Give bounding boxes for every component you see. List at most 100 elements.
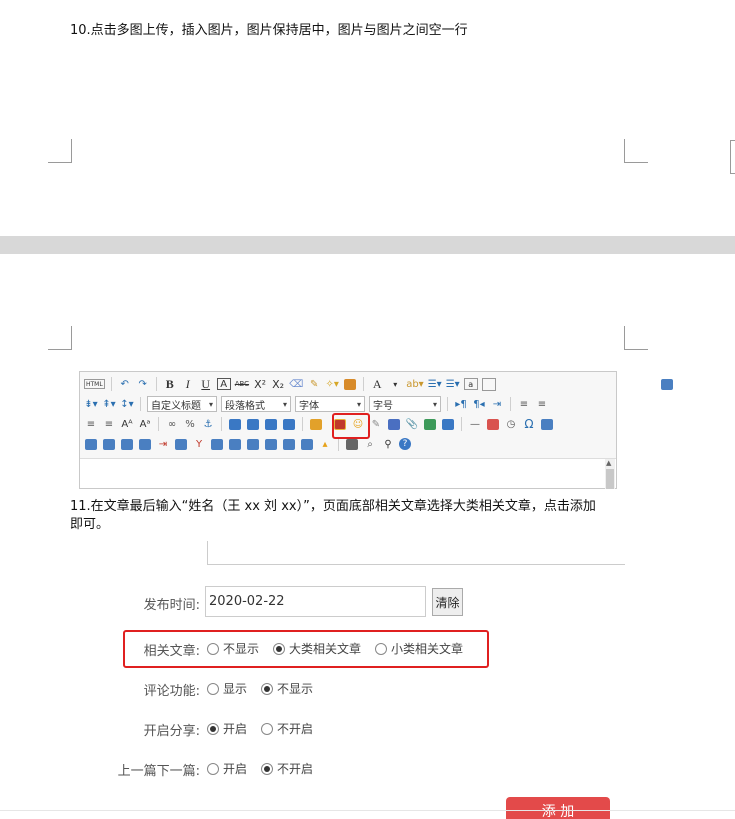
- underline-button[interactable]: U: [199, 376, 213, 392]
- rtl-icon[interactable]: ¶◂: [472, 396, 486, 412]
- page-corner-mark: [48, 139, 72, 163]
- eraser-icon[interactable]: ⌫: [289, 376, 303, 392]
- search-replace-icon[interactable]: ⚲: [381, 436, 395, 452]
- paragraph-format-select[interactable]: 段落格式 ▾: [221, 396, 291, 412]
- unordered-list-icon[interactable]: ☰▾: [446, 376, 460, 392]
- undo-icon[interactable]: ↶: [118, 376, 132, 392]
- italic-button[interactable]: I: [181, 376, 195, 392]
- ltr-icon[interactable]: ▸¶: [454, 396, 468, 412]
- map-icon[interactable]: [424, 418, 436, 430]
- content-box-border: [207, 541, 208, 565]
- html-source-button[interactable]: HTML: [84, 379, 105, 389]
- insert-frame-icon[interactable]: [442, 418, 454, 430]
- clear-button[interactable]: 清除: [432, 588, 463, 616]
- attachment-icon[interactable]: 📎: [405, 416, 419, 432]
- anchor-icon[interactable]: ⚓: [201, 416, 215, 432]
- ordered-list-icon[interactable]: ☰▾: [428, 376, 442, 392]
- align-right-icon[interactable]: ≡: [84, 416, 98, 432]
- page-corner-mark: [624, 326, 648, 350]
- prev-next-on-radio[interactable]: 开启: [207, 760, 247, 777]
- clear-document-icon[interactable]: [481, 377, 496, 391]
- single-image-icon[interactable]: [310, 418, 322, 430]
- lowercase-icon[interactable]: Aᵃ: [138, 416, 152, 432]
- print-icon[interactable]: [346, 438, 358, 450]
- page-corner-mark: [624, 139, 648, 163]
- insert-paragraph-before-table-icon[interactable]: [121, 438, 133, 450]
- image-right-icon[interactable]: [265, 418, 277, 430]
- publish-time-input[interactable]: 2020-02-22: [205, 586, 426, 617]
- custom-title-select[interactable]: 自定义标题 ▾: [147, 396, 217, 412]
- merge-down-icon[interactable]: [247, 438, 259, 450]
- align-left-icon[interactable]: ≡: [517, 396, 531, 412]
- font-color-button[interactable]: A: [370, 376, 384, 392]
- editor-content-area[interactable]: ▲: [80, 458, 616, 489]
- delete-table-icon[interactable]: [103, 438, 115, 450]
- share-off-radio[interactable]: 不开启: [261, 720, 313, 737]
- auto-format-icon[interactable]: ✧▾: [325, 376, 339, 392]
- share-on-radio[interactable]: 开启: [207, 720, 247, 737]
- video-icon[interactable]: [388, 418, 400, 430]
- web-image-icon[interactable]: [541, 418, 553, 430]
- image-center-icon[interactable]: [283, 418, 295, 430]
- publish-time-label: 发布时间:: [143, 598, 200, 613]
- horizontal-rule-icon[interactable]: —: [468, 416, 482, 432]
- merge-cells-icon[interactable]: [211, 438, 223, 450]
- split-cols-icon[interactable]: [301, 438, 313, 450]
- strikethrough-button[interactable]: ABC: [235, 376, 249, 392]
- page-edge-mark: [730, 140, 735, 174]
- indent-icon[interactable]: ⇥: [490, 396, 504, 412]
- editor-scrollbar[interactable]: ▲: [605, 459, 615, 489]
- uppercase-icon[interactable]: Aᴬ: [120, 416, 134, 432]
- paste-plain-icon[interactable]: [344, 378, 357, 390]
- document-page-top: 10.点击多图上传，插入图片，图片保持居中，图片与图片之间空一行: [0, 0, 735, 236]
- split-cells-icon[interactable]: [265, 438, 277, 450]
- bold-button[interactable]: B: [163, 376, 177, 392]
- insert-table-icon[interactable]: [85, 438, 97, 450]
- row-spacing-bottom-icon[interactable]: ⇞▾: [102, 396, 116, 412]
- time-icon[interactable]: ◷: [504, 416, 518, 432]
- delete-row-icon[interactable]: ⇥: [156, 436, 170, 452]
- font-family-select[interactable]: 字体 ▾: [295, 396, 365, 412]
- page-bottom-rule: [0, 810, 735, 811]
- chart-icon[interactable]: ▴: [318, 436, 332, 452]
- comment-hide-radio[interactable]: 不显示: [261, 680, 313, 697]
- step-11-text-line1: 11.在文章最后输入“姓名（王 xx 刘 xx）”，页面底部相关文章选择大类相关…: [70, 499, 596, 514]
- redo-icon[interactable]: ↷: [136, 376, 150, 392]
- date-icon[interactable]: [487, 418, 499, 430]
- fullscreen-icon[interactable]: [660, 378, 673, 390]
- help-icon[interactable]: ?: [399, 438, 411, 450]
- background-color-icon[interactable]: ab▾: [406, 376, 424, 392]
- content-box-border: [207, 564, 625, 565]
- font-border-button[interactable]: A: [216, 378, 231, 390]
- select-all-icon[interactable]: a: [463, 378, 478, 390]
- add-button[interactable]: 添 加: [506, 797, 610, 819]
- superscript-button[interactable]: X²: [253, 376, 267, 392]
- special-chars-icon[interactable]: Ω: [522, 416, 536, 432]
- prev-next-radio-group: 开启 不开启: [207, 760, 327, 777]
- merge-right-icon[interactable]: [229, 438, 241, 450]
- image-left-icon[interactable]: [247, 418, 259, 430]
- prev-next-off-radio[interactable]: 不开启: [261, 760, 313, 777]
- link-icon[interactable]: ∞: [165, 416, 179, 432]
- row-spacing-top-icon[interactable]: ⇟▾: [84, 396, 98, 412]
- step-10-text: 10.点击多图上传，插入图片，图片保持居中，图片与图片之间空一行: [70, 23, 468, 38]
- font-size-select[interactable]: 字号 ▾: [369, 396, 441, 412]
- delete-col-icon[interactable]: Y: [192, 436, 206, 452]
- align-justify-icon[interactable]: ≡: [102, 416, 116, 432]
- line-height-icon[interactable]: ↕▾: [120, 396, 134, 412]
- comment-show-radio[interactable]: 显示: [207, 680, 247, 697]
- scrawl-icon[interactable]: ✎: [369, 416, 383, 432]
- insert-col-icon[interactable]: [175, 438, 187, 450]
- comment-radio-group: 显示 不显示: [207, 680, 327, 697]
- multi-image-highlight-box: [332, 413, 370, 439]
- page-corner-mark: [48, 326, 72, 350]
- insert-row-icon[interactable]: [139, 438, 151, 450]
- image-none-icon[interactable]: [229, 418, 241, 430]
- subscript-button[interactable]: X₂: [271, 376, 285, 392]
- related-articles-highlight-box: [123, 630, 489, 668]
- comment-function-label: 评论功能:: [143, 684, 200, 699]
- align-center-icon[interactable]: ≡: [535, 396, 549, 412]
- unlink-icon[interactable]: %: [183, 416, 197, 432]
- split-rows-icon[interactable]: [283, 438, 295, 450]
- format-brush-icon[interactable]: ✎: [307, 376, 321, 392]
